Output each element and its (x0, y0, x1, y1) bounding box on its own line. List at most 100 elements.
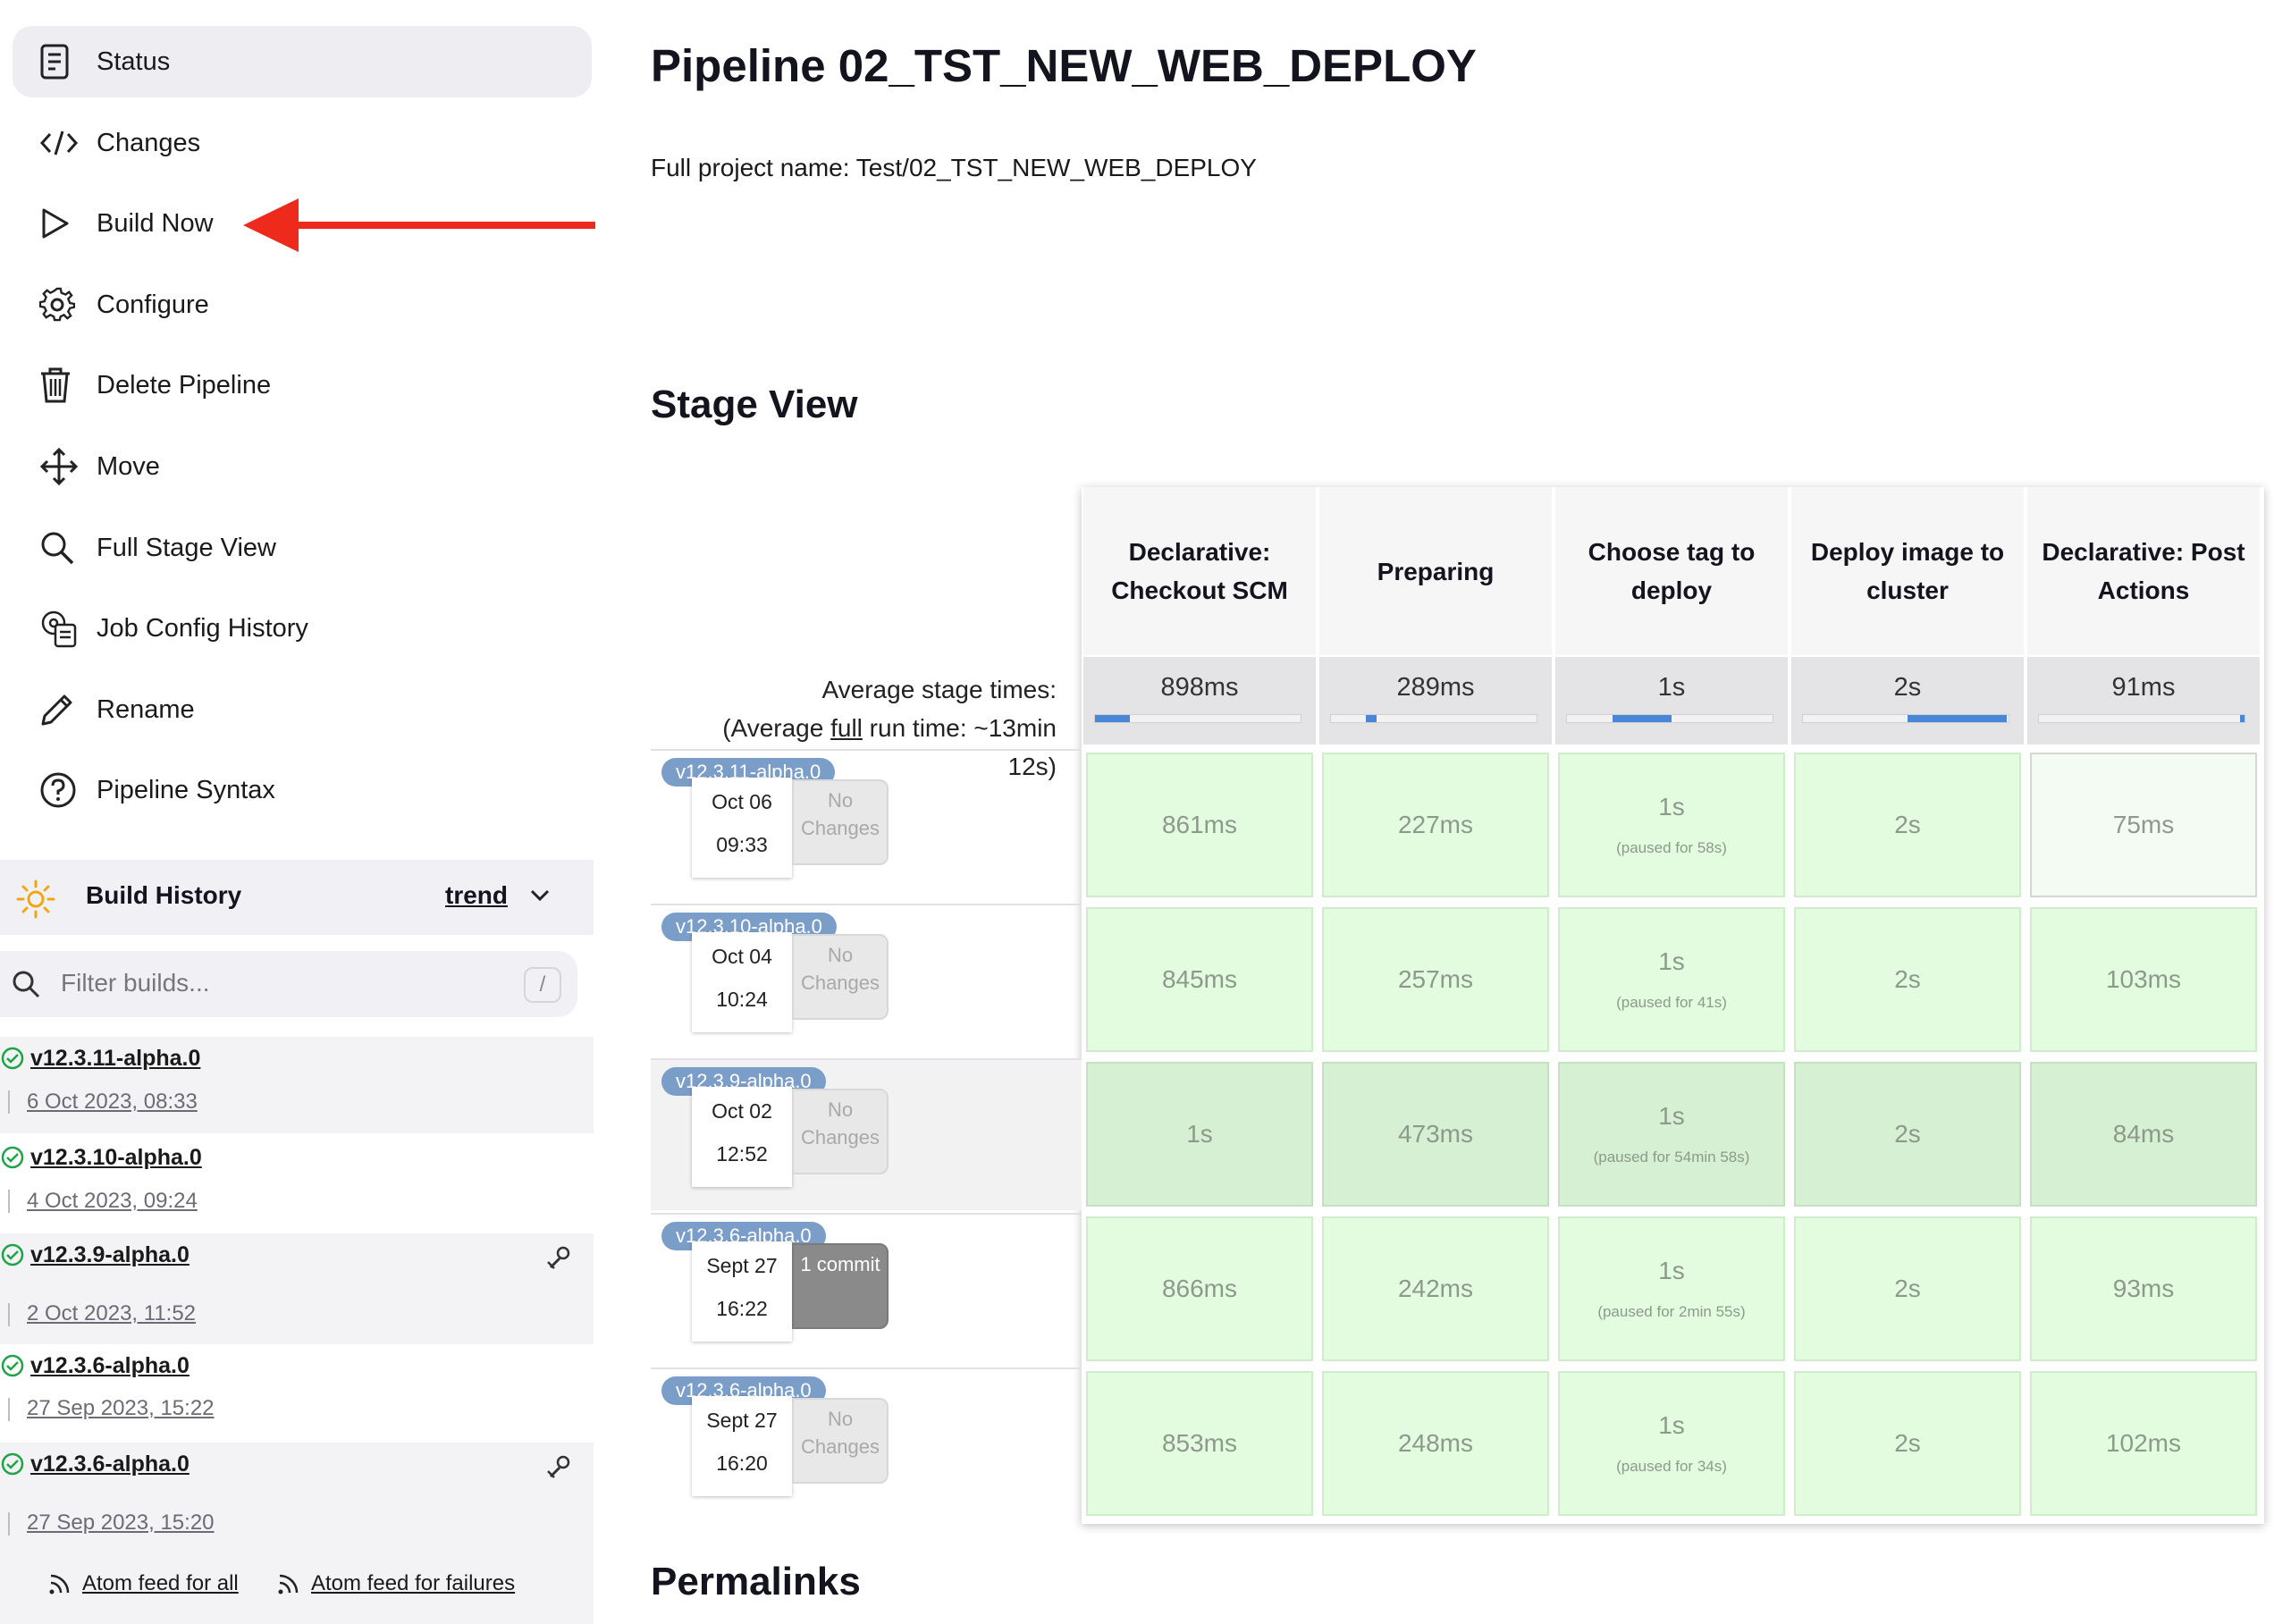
full-run-time-link[interactable]: full (830, 714, 863, 742)
stage-cell[interactable]: 1s (paused for 2min 55s) (1558, 1216, 1785, 1361)
stage-duration: 1s (1658, 947, 1685, 975)
stage-cell[interactable]: 2s (1794, 907, 2021, 1052)
avg-time-cell: 1s (1555, 657, 1790, 745)
run-info-row[interactable]: v12.3.6-alpha.0 Sept 27 16:20 No Changes (651, 1367, 1082, 1519)
stage-duration: 242ms (1397, 1275, 1474, 1302)
build-row[interactable]: v12.3.6-alpha.0 27 Sep 2023, 15:22 (0, 1344, 594, 1441)
stage-cell[interactable]: 102ms (2030, 1371, 2257, 1516)
stage-cell[interactable]: 227ms (1322, 753, 1549, 897)
filter-builds-field[interactable]: Filter builds... / (0, 951, 577, 1017)
stage-cell[interactable]: 473ms (1322, 1062, 1549, 1207)
build-name-link[interactable]: v12.3.6-alpha.0 (30, 1452, 190, 1477)
stage-cell[interactable]: 1s (paused for 58s) (1558, 753, 1785, 897)
task-rename[interactable]: Rename (13, 674, 592, 745)
filter-placeholder: Filter builds... (61, 969, 210, 997)
replay-icon[interactable] (545, 1244, 572, 1271)
task-move[interactable]: Move (13, 431, 592, 502)
avg-time-bar-fill (1095, 715, 1131, 722)
search-icon (11, 969, 41, 999)
avg-time-bar (1802, 714, 2009, 723)
stage-cell[interactable]: 2s (1794, 1062, 2021, 1207)
atom-feed-all-link[interactable]: Atom feed for all (48, 1571, 239, 1596)
stage-cell[interactable]: 2s (1794, 753, 2021, 897)
build-row[interactable]: v12.3.11-alpha.0 6 Oct 2023, 08:33 (0, 1037, 594, 1133)
stage-cell[interactable]: 861ms (1086, 753, 1313, 897)
search-icon (39, 530, 93, 566)
task-configure[interactable]: Configure (13, 269, 592, 341)
atom-feed-failures-link[interactable]: Atom feed for failures (277, 1571, 515, 1596)
build-date-link[interactable]: 27 Sep 2023, 15:20 (27, 1510, 215, 1536)
run-changes-box[interactable]: No Changes (792, 1089, 889, 1174)
task-delete-pipeline[interactable]: Delete Pipeline (13, 349, 592, 421)
avg-label-prefix: (Average (722, 714, 831, 742)
stage-cell[interactable]: 1s (paused for 41s) (1558, 907, 1785, 1052)
avg-time-bar (1330, 714, 1537, 723)
run-time: 10:24 (716, 988, 768, 1011)
run-info-row[interactable]: v12.3.6-alpha.0 Sept 27 16:22 1 commit (651, 1213, 1082, 1365)
stage-cell[interactable]: 853ms (1086, 1371, 1313, 1516)
build-date-link[interactable]: 4 Oct 2023, 09:24 (27, 1189, 198, 1214)
run-changes-label: No Changes (800, 1408, 880, 1458)
stage-paused-note: (paused for 34s) (1616, 1458, 1727, 1475)
run-date: Sept 27 (706, 1254, 778, 1277)
stage-header-checkout-scm: Declarative: Checkout SCM (1083, 487, 1318, 655)
task-full-stage-view[interactable]: Full Stage View (13, 512, 592, 584)
build-row[interactable]: v12.3.6-alpha.0 27 Sep 2023, 15:20 (0, 1443, 594, 1553)
task-status[interactable]: Status (13, 26, 592, 97)
stage-duration: 103ms (2105, 965, 2182, 993)
replay-icon[interactable] (545, 1453, 572, 1480)
build-name-link[interactable]: v12.3.10-alpha.0 (30, 1145, 202, 1171)
build-date-link[interactable]: 27 Sep 2023, 15:22 (27, 1396, 215, 1421)
run-changes-box[interactable]: 1 commit (792, 1243, 889, 1329)
run-changes-box[interactable]: No Changes (792, 1398, 889, 1484)
stage-cell[interactable]: 866ms (1086, 1216, 1313, 1361)
stage-duration: 853ms (1161, 1429, 1238, 1457)
stage-cell[interactable]: 1s (paused for 34s) (1558, 1371, 1785, 1516)
stage-cell[interactable]: 257ms (1322, 907, 1549, 1052)
stage-cell[interactable]: 248ms (1322, 1371, 1549, 1516)
task-pipeline-syntax[interactable]: Pipeline Syntax (13, 754, 592, 826)
history-icon (39, 610, 93, 648)
status-icon (39, 44, 93, 80)
build-row[interactable]: v12.3.10-alpha.0 4 Oct 2023, 09:24 (0, 1136, 594, 1233)
build-name-link[interactable]: v12.3.6-alpha.0 (30, 1353, 190, 1379)
run-info-row[interactable]: v12.3.10-alpha.0 Oct 04 10:24 No Changes (651, 904, 1082, 1056)
stage-cell[interactable]: 2s (1794, 1371, 2021, 1516)
run-date: Oct 04 (712, 945, 772, 968)
avg-time-value: 898ms (1160, 673, 1239, 702)
success-check-icon (0, 1353, 25, 1378)
play-icon (39, 206, 93, 241)
run-time: 16:22 (716, 1297, 768, 1320)
stage-cell[interactable]: 84ms (2030, 1062, 2257, 1207)
stage-cell[interactable]: 75ms (2030, 753, 2257, 897)
stage-cell[interactable]: 1s (paused for 54min 58s) (1558, 1062, 1785, 1207)
build-date-link[interactable]: 6 Oct 2023, 08:33 (27, 1090, 198, 1115)
run-changes-box[interactable]: No Changes (792, 934, 889, 1020)
stage-cell[interactable]: 1s (1086, 1062, 1313, 1207)
build-row[interactable]: v12.3.9-alpha.0 2 Oct 2023, 11:52 (0, 1233, 594, 1344)
task-changes[interactable]: Changes (13, 107, 592, 179)
stage-view-table: Average stage times: (Average full run t… (651, 487, 2264, 1524)
stage-duration: 473ms (1397, 1120, 1474, 1148)
run-time: 09:33 (716, 833, 768, 856)
stage-duration: 93ms (2112, 1275, 2175, 1302)
build-name-link[interactable]: v12.3.9-alpha.0 (30, 1242, 190, 1268)
pencil-icon (39, 692, 93, 728)
feed-links: Atom feed for all Atom feed for failures (0, 1553, 594, 1624)
stage-cell[interactable]: 103ms (2030, 907, 2257, 1052)
atom-feed-all-label: Atom feed for all (82, 1571, 239, 1595)
run-changes-box[interactable]: No Changes (792, 779, 889, 865)
avg-time-bar (1566, 714, 1773, 723)
stage-cell[interactable]: 845ms (1086, 907, 1313, 1052)
run-info-row[interactable]: v12.3.11-alpha.0 Oct 06 09:33 No Changes (651, 749, 1082, 901)
chevron-down-icon[interactable] (529, 888, 551, 903)
build-name-link[interactable]: v12.3.11-alpha.0 (30, 1046, 200, 1072)
stage-cell[interactable]: 242ms (1322, 1216, 1549, 1361)
stage-cell[interactable]: 93ms (2030, 1216, 2257, 1361)
task-job-config-history[interactable]: Job Config History (13, 593, 592, 664)
trend-link[interactable]: trend (445, 881, 508, 910)
build-date-link[interactable]: 2 Oct 2023, 11:52 (27, 1301, 196, 1326)
avg-time-bar-fill (1908, 715, 2007, 722)
run-info-row[interactable]: v12.3.9-alpha.0 Oct 02 12:52 No Changes (651, 1058, 1082, 1210)
stage-cell[interactable]: 2s (1794, 1216, 2021, 1361)
